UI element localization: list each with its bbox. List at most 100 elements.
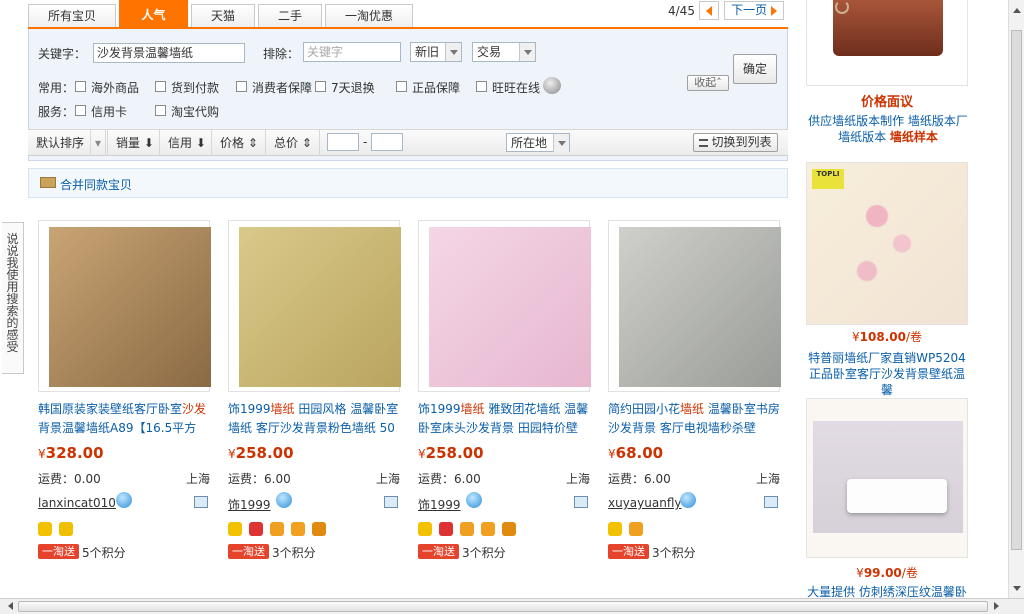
tab-tmall[interactable]: 天猫 xyxy=(191,4,255,28)
product-price: ¥328.00 xyxy=(38,444,104,462)
exclude-label: 排除： xyxy=(263,47,300,61)
service-badge-icon[interactable] xyxy=(228,522,242,536)
wangwang-chat-icon[interactable] xyxy=(466,492,482,508)
merge-bar xyxy=(28,168,788,198)
prev-page-button[interactable] xyxy=(699,1,719,20)
service-badge-icon[interactable] xyxy=(439,522,453,536)
location-value: 所在地 xyxy=(511,136,548,150)
scroll-left-arrow-icon[interactable] xyxy=(4,602,13,610)
product-price: ¥68.00 xyxy=(608,444,663,462)
feedback-side-tab[interactable]: 说说我使用搜索的感受 xyxy=(2,222,24,374)
scroll-thumb[interactable] xyxy=(1011,30,1022,550)
sort-default-dropdown[interactable]: ▾ xyxy=(90,130,108,156)
product-title-link[interactable]: 饰1999墙纸 雅致团花墙纸 温馨卧室床头沙发背景 田园特价壁 xyxy=(418,400,594,438)
product-image-link[interactable] xyxy=(228,220,401,392)
sort-credit[interactable]: 信用 ⬇ xyxy=(160,130,212,156)
price-max-input[interactable] xyxy=(371,133,403,151)
wangwang-chat-icon[interactable] xyxy=(116,492,132,508)
service-badge-icon[interactable] xyxy=(312,522,326,536)
seller-card-icon[interactable] xyxy=(764,496,778,508)
title-part: 饰1999 xyxy=(418,402,461,416)
vertical-scrollbar[interactable] xyxy=(1008,0,1024,598)
chevron-down-icon xyxy=(519,43,535,61)
title-part: 韩国原装家装壁纸客厅卧室 xyxy=(38,402,183,416)
tab-all[interactable]: 所有宝贝 xyxy=(28,4,116,28)
product-image-link[interactable] xyxy=(418,220,591,392)
seller-card-icon[interactable] xyxy=(384,496,398,508)
next-page-label: 下一页 xyxy=(731,3,768,17)
service-badge-icon[interactable] xyxy=(270,522,284,536)
ad3-image[interactable] xyxy=(806,398,968,558)
condition-select[interactable]: 新旧 xyxy=(410,42,462,62)
service-badge-icon[interactable] xyxy=(460,522,474,536)
merge-same-items-link[interactable]: 合并同款宝贝 xyxy=(60,176,132,193)
shipping-fee: 运费：6.00 xyxy=(228,472,291,486)
service-badge-icon[interactable] xyxy=(481,522,495,536)
yitao-badge: 一淘送 xyxy=(608,544,649,559)
next-page-button[interactable]: 下一页 xyxy=(724,1,784,20)
scroll-up-arrow-icon[interactable] xyxy=(1013,4,1021,13)
title-keyword: 墙纸 xyxy=(270,402,295,416)
overseas-checkbox[interactable] xyxy=(75,81,86,92)
sort-total[interactable]: 总价 ⇕ xyxy=(266,130,320,156)
tab-etao-deals[interactable]: 一淘优惠 xyxy=(325,4,413,28)
ad3-price-value: 99.00 xyxy=(863,566,902,580)
common-label: 常用： xyxy=(38,81,75,95)
service-badge-icon[interactable] xyxy=(418,522,432,536)
product-title-link[interactable]: 韩国原装家装壁纸客厅卧室沙发背景温馨墙纸A89【16.5平方 xyxy=(38,400,214,438)
purchase-agent-checkbox[interactable] xyxy=(155,105,166,116)
sort-price[interactable]: 价格 ⇕ xyxy=(212,130,266,156)
horizontal-scrollbar[interactable] xyxy=(0,598,1024,614)
scroll-right-arrow-icon[interactable] xyxy=(994,602,1003,610)
product-price: ¥258.00 xyxy=(228,444,294,462)
service-badge-icon[interactable] xyxy=(249,522,263,536)
ad2-description[interactable]: 特普丽墙纸厂家直销WP5204正品卧室客厅沙发背景壁纸温馨 xyxy=(806,350,968,398)
scroll-down-arrow-icon[interactable] xyxy=(1013,586,1021,595)
seller-name-link[interactable]: 饰1999 xyxy=(228,496,271,513)
seller-card-icon[interactable] xyxy=(194,496,208,508)
ad-sample-image[interactable] xyxy=(806,0,968,86)
currency-symbol: ¥ xyxy=(852,330,860,344)
wangwang-chat-icon[interactable] xyxy=(680,492,696,508)
sort-default-label: 默认排序 xyxy=(36,136,85,150)
credit-card-checkbox[interactable] xyxy=(75,105,86,116)
switch-to-list-button[interactable]: 切换到列表 xyxy=(693,133,778,152)
seller-card-icon[interactable] xyxy=(574,496,588,508)
seller-name-link[interactable]: xuyayuanfly xyxy=(608,496,682,510)
genuine-checkbox[interactable] xyxy=(396,81,407,92)
ad2-image[interactable]: TOPLI xyxy=(806,162,968,325)
horizontal-scroll-thumb[interactable] xyxy=(18,601,988,612)
seller-location: 上海 xyxy=(185,472,210,486)
trade-select[interactable]: 交易 xyxy=(472,42,536,62)
ad1-description[interactable]: 供应墙纸版本制作 墙纸版本厂 墙纸版本 墙纸样本 xyxy=(802,113,974,145)
confirm-button[interactable]: 确定 xyxy=(733,54,777,84)
location-select[interactable]: 所在地 xyxy=(506,133,570,152)
product-title-link[interactable]: 饰1999墙纸 田园风格 温馨卧室墙纸 客厅沙发背景粉色墙纸 50 xyxy=(228,400,404,438)
service-badge-icon[interactable] xyxy=(291,522,305,536)
service-badge-icon[interactable] xyxy=(38,522,52,536)
keyword-input[interactable]: 沙发背景温馨墙纸 xyxy=(93,43,245,63)
product-image-link[interactable] xyxy=(608,220,781,392)
product-image-link[interactable] xyxy=(38,220,211,392)
ad3-unit: /卷 xyxy=(901,566,918,580)
seller-name-link[interactable]: 饰1999 xyxy=(418,496,461,513)
seven-day-return-checkbox[interactable] xyxy=(315,81,326,92)
service-badge-icon[interactable] xyxy=(502,522,516,536)
wangwang-online-checkbox[interactable] xyxy=(476,81,487,92)
product-title-link[interactable]: 简约田园小花墙纸 温馨卧室书房沙发背景 客厅电视墙秒杀壁 xyxy=(608,400,784,438)
tab-popular[interactable]: 人气 xyxy=(119,0,188,28)
seller-name-link[interactable]: lanxincat010 xyxy=(38,496,116,510)
wangwang-chat-icon[interactable] xyxy=(276,492,292,508)
sort-sales[interactable]: 销量 ⬇ xyxy=(108,130,160,156)
service-badge-icon[interactable] xyxy=(629,522,643,536)
collapse-button[interactable]: 收起˄ xyxy=(687,75,729,91)
tab-secondhand[interactable]: 二手 xyxy=(258,4,322,28)
service-badge-icon[interactable] xyxy=(59,522,73,536)
service-badge-icon[interactable] xyxy=(608,522,622,536)
ad2-price-value: 108.00 xyxy=(859,330,906,344)
chevron-up-icon: ˄ xyxy=(716,76,722,89)
protection-checkbox[interactable] xyxy=(236,81,247,92)
price-min-input[interactable] xyxy=(327,133,359,151)
cod-checkbox[interactable] xyxy=(155,81,166,92)
exclude-input[interactable]: 关键字 xyxy=(303,42,401,62)
